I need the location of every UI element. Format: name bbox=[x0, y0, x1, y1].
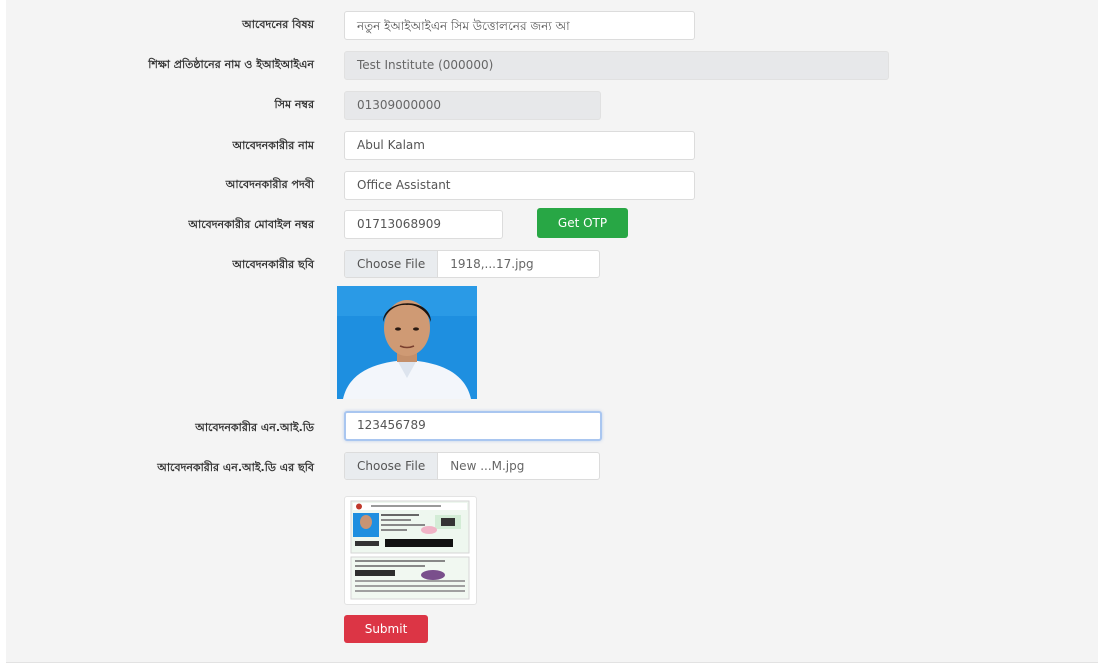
nid-photo-file-input[interactable]: Choose File New ...M.jpg bbox=[344, 452, 600, 480]
designation-label: আবেদনকারীর পদবী bbox=[225, 178, 314, 191]
applicant-photo-preview bbox=[337, 286, 477, 399]
photo-file-input[interactable]: Choose File 1918,...17.jpg bbox=[344, 250, 600, 278]
nid-input[interactable]: 123456789 bbox=[344, 411, 602, 441]
applicant-name-input[interactable]: Abul Kalam bbox=[344, 131, 695, 160]
photo-choose-file-button[interactable]: Choose File bbox=[345, 251, 439, 277]
nid-choose-file-button[interactable]: Choose File bbox=[345, 453, 439, 479]
institute-field: Test Institute (000000) bbox=[344, 51, 889, 80]
nid-card-preview bbox=[344, 496, 477, 605]
nid-label: আবেদনকারীর এন.আই.ডি bbox=[195, 421, 314, 434]
submit-button[interactable]: Submit bbox=[344, 615, 428, 643]
mobile-label: আবেদনকারীর মোবাইল নম্বর bbox=[188, 218, 314, 231]
applicant-name-label: আবেদনকারীর নাম bbox=[232, 139, 314, 152]
nid-photo-label: আবেদনকারীর এন.আই.ডি এর ছবি bbox=[157, 461, 314, 474]
get-otp-button[interactable]: Get OTP bbox=[537, 208, 628, 238]
photo-label: আবেদনকারীর ছবি bbox=[232, 258, 314, 271]
sim-label: সিম নম্বর bbox=[274, 98, 314, 111]
sim-number-field: 01309000000 bbox=[344, 91, 601, 120]
nid-photo-filename: New ...M.jpg bbox=[450, 459, 525, 473]
subject-input[interactable]: নতুন ইআইআইএন সিম উত্তোলনের জন্য আ bbox=[344, 11, 695, 40]
institute-label: শিক্ষা প্রতিষ্ঠানের নাম ও ইআইআইএন bbox=[148, 58, 314, 71]
subject-label: আবেদনের বিষয় bbox=[242, 18, 314, 31]
designation-input[interactable]: Office Assistant bbox=[344, 171, 695, 200]
photo-filename: 1918,...17.jpg bbox=[450, 257, 534, 271]
mobile-input[interactable]: 01713068909 bbox=[344, 210, 503, 239]
